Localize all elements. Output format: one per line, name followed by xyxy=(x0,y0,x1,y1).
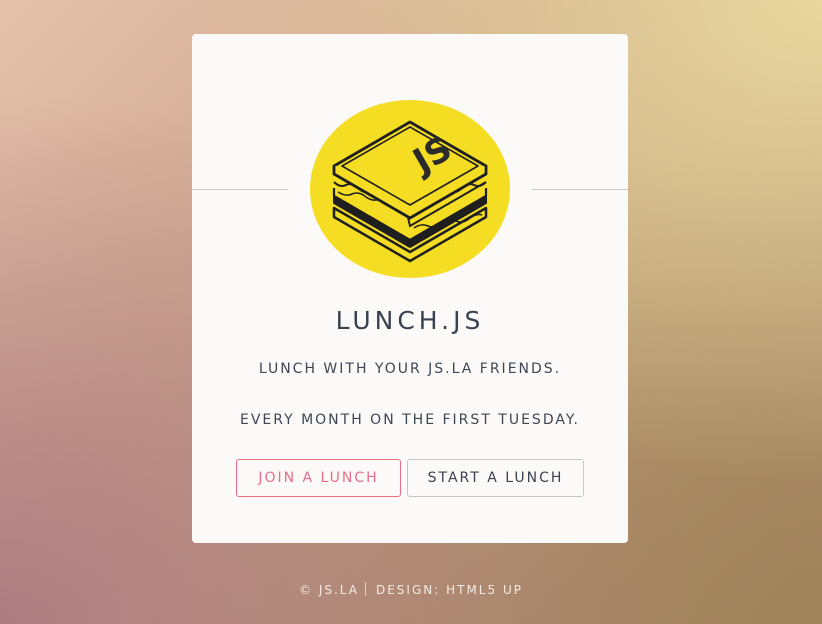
footer: © JS.LA DESIGN: HTML5 UP xyxy=(0,582,822,597)
design-credit-link[interactable]: DESIGN: HTML5 UP xyxy=(376,583,523,597)
divider-left xyxy=(192,189,288,190)
page-title: LUNCH.JS xyxy=(335,306,485,335)
start-lunch-button[interactable]: START A LUNCH xyxy=(407,459,584,497)
js-sandwich-logo-icon: JS xyxy=(310,100,510,278)
footer-separator xyxy=(364,582,366,596)
schedule-text: EVERY MONTH ON THE FIRST TUESDAY. xyxy=(239,412,581,428)
join-lunch-button[interactable]: JOIN A LUNCH xyxy=(236,459,401,497)
tagline-text: LUNCH WITH YOUR JS.LA FRIENDS. xyxy=(258,361,562,377)
copyright-text: © JS.LA xyxy=(299,583,359,597)
divider-right xyxy=(532,189,628,190)
main-card: JS LUNCH.JS LUNCH WITH YOUR JS.LA FRIEND… xyxy=(192,34,628,543)
